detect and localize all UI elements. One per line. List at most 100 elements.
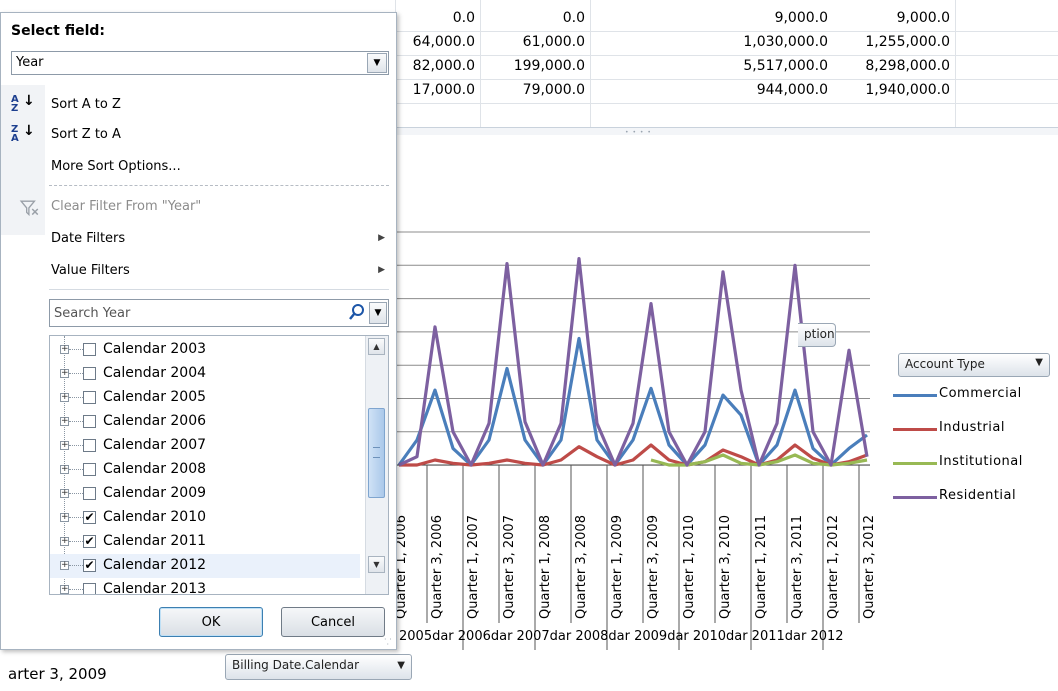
tree-item-label: Calendar 2005 [103, 389, 207, 405]
sort-a-to-z-item[interactable]: AZ ↓ Sort A to Z [11, 91, 391, 119]
year-filter-tree[interactable]: + Calendar 2003 + Calendar 2004 + Calendar 20… [49, 335, 389, 595]
partial-row-label: arter 3, 2009 [8, 665, 107, 683]
tree-scrollbar[interactable]: ▲ ▼ [365, 336, 388, 594]
clear-filter-label: Clear Filter From "Year" [51, 199, 202, 214]
field-filter-dropdown[interactable]: Select field: Year ▼ AZ ↓ Sort A to Z ZA… [0, 12, 397, 650]
x-tick-label: Quarter 1, 2006 [395, 515, 409, 619]
x-tick-label: Quarter 1, 2012 [826, 515, 841, 619]
tree-item[interactable]: + Calendar 2009 [50, 482, 360, 506]
field-select[interactable]: Year ▼ [11, 51, 389, 75]
resize-grip-icon[interactable]: · · · [384, 636, 394, 649]
checkbox-unchecked[interactable] [83, 391, 96, 404]
tree-item[interactable]: + Calendar 2006 [50, 410, 360, 434]
tree-connector [69, 541, 83, 542]
checkbox-unchecked[interactable] [83, 487, 96, 500]
x-tick-label: Quarter 1, 2009 [610, 515, 625, 619]
x-tick-label: Quarter 3, 2010 [718, 515, 733, 619]
expand-icon[interactable]: + [60, 585, 69, 594]
series-line-residential[interactable] [398, 257, 869, 467]
tree-connector [69, 517, 83, 518]
search-box[interactable]: ▼ [49, 299, 389, 327]
scroll-down-icon[interactable]: ▼ [368, 556, 385, 573]
tree-item[interactable]: + ✔ Calendar 2010 [50, 506, 360, 530]
more-sort-options-label: More Sort Options... [51, 159, 181, 174]
table-row [395, 31, 1058, 56]
expand-icon[interactable]: + [60, 393, 69, 402]
tree-item-label: Calendar 2013 [103, 581, 207, 595]
cancel-button[interactable]: Cancel [281, 607, 385, 637]
sort-descending-icon: ZA ↓ [11, 123, 35, 144]
legend-swatch [893, 428, 937, 431]
axis-field-button[interactable]: Billing Date.Calendar ▼ [225, 654, 412, 680]
checkbox-unchecked[interactable] [83, 583, 96, 594]
tree-item[interactable]: + Calendar 2007 [50, 434, 360, 458]
search-icon[interactable] [348, 303, 366, 323]
tree-item[interactable]: + ✔ Calendar 2012 [50, 554, 360, 578]
tree-connector [69, 565, 83, 566]
year-axis-labels: 2005dar 2006dar 2007dar 2008dar 2009dar … [399, 629, 844, 644]
tree-item[interactable]: + Calendar 2008 [50, 458, 360, 482]
legend-label: Commercial [939, 386, 1022, 401]
tree-connector [69, 397, 83, 398]
sort-ascending-icon: AZ ↓ [11, 93, 35, 114]
checkbox-checked[interactable]: ✔ [83, 511, 96, 524]
checkbox-unchecked[interactable] [83, 367, 96, 380]
dropdown-arrow-icon[interactable]: ▼ [367, 53, 387, 73]
sort-z-to-a-item[interactable]: ZA ↓ Sort Z to A [11, 121, 391, 149]
pivot-chart[interactable]: Quarter 1, 2006 Quarter 3, 2006 Quarter 1,… [225, 135, 1058, 691]
expand-icon[interactable]: + [60, 489, 69, 498]
expand-icon[interactable]: + [60, 561, 69, 570]
checkbox-checked[interactable]: ✔ [83, 559, 96, 572]
expand-icon[interactable]: + [60, 417, 69, 426]
scrollbar-thumb[interactable] [368, 408, 385, 498]
x-tick-label: Quarter 3, 2011 [790, 515, 805, 619]
tree-item[interactable]: + Calendar 2005 [50, 386, 360, 410]
tree-item[interactable]: + Calendar 2013 [50, 578, 360, 595]
tree-item-label: Calendar 2003 [103, 341, 207, 357]
partial-field-button[interactable]: ption [798, 323, 836, 347]
tree-connector [69, 493, 83, 494]
tree-connector [69, 445, 83, 446]
expand-icon[interactable]: + [60, 537, 69, 546]
caret-down-icon: ▼ [397, 660, 405, 671]
date-filters-label: Date Filters [51, 231, 126, 246]
search-input[interactable] [50, 300, 353, 326]
tree-item-label: Calendar 2010 [103, 509, 207, 525]
tree-item[interactable]: + Calendar 2003 [50, 338, 360, 362]
clear-filter-item[interactable]: Clear Filter From "Year" [11, 193, 391, 221]
x-tick-label: Quarter 1, 2011 [754, 515, 769, 619]
submenu-arrow-icon: ▶ [378, 265, 385, 275]
date-filters-item[interactable]: Date Filters ▶ [11, 225, 391, 253]
expand-icon[interactable]: + [60, 345, 69, 354]
expand-icon[interactable]: + [60, 441, 69, 450]
legend-field-button[interactable]: Account Type ▼ [898, 353, 1050, 377]
checkbox-checked[interactable]: ✔ [83, 535, 96, 548]
value-filters-item[interactable]: Value Filters ▶ [11, 257, 391, 285]
expand-icon[interactable]: + [60, 513, 69, 522]
checkbox-unchecked[interactable] [83, 463, 96, 476]
tree-item[interactable]: + Calendar 2004 [50, 362, 360, 386]
tree-connector [69, 469, 83, 470]
expand-icon[interactable]: + [60, 465, 69, 474]
tree-item-label: Calendar 2006 [103, 413, 207, 429]
clear-filter-icon [19, 200, 39, 217]
ok-button[interactable]: OK [159, 607, 263, 637]
x-tick-label: Quarter 3, 2009 [646, 515, 661, 619]
checkbox-unchecked[interactable] [83, 439, 96, 452]
search-dropdown-arrow-icon[interactable]: ▼ [369, 302, 387, 324]
checkbox-unchecked[interactable] [83, 343, 96, 356]
checkbox-unchecked[interactable] [83, 415, 96, 428]
tree-item[interactable]: + ✔ Calendar 2011 [50, 530, 360, 554]
more-sort-options-item[interactable]: More Sort Options... [11, 153, 391, 181]
scroll-up-icon[interactable]: ▲ [368, 338, 385, 355]
legend-label: Industrial [939, 420, 1005, 435]
x-tick-label: Quarter 3, 2007 [502, 515, 517, 619]
x-tick-label: Quarter 1, 2007 [466, 515, 481, 619]
tree-item-label: Calendar 2004 [103, 365, 207, 381]
field-select-value: Year [16, 55, 44, 70]
x-tick-label: Quarter 3, 2008 [574, 515, 589, 619]
x-tick-label: Quarter 3, 2012 [862, 515, 877, 619]
expand-icon[interactable]: + [60, 369, 69, 378]
legend-field-label: Account Type [905, 357, 985, 371]
table-row [395, 79, 1058, 104]
